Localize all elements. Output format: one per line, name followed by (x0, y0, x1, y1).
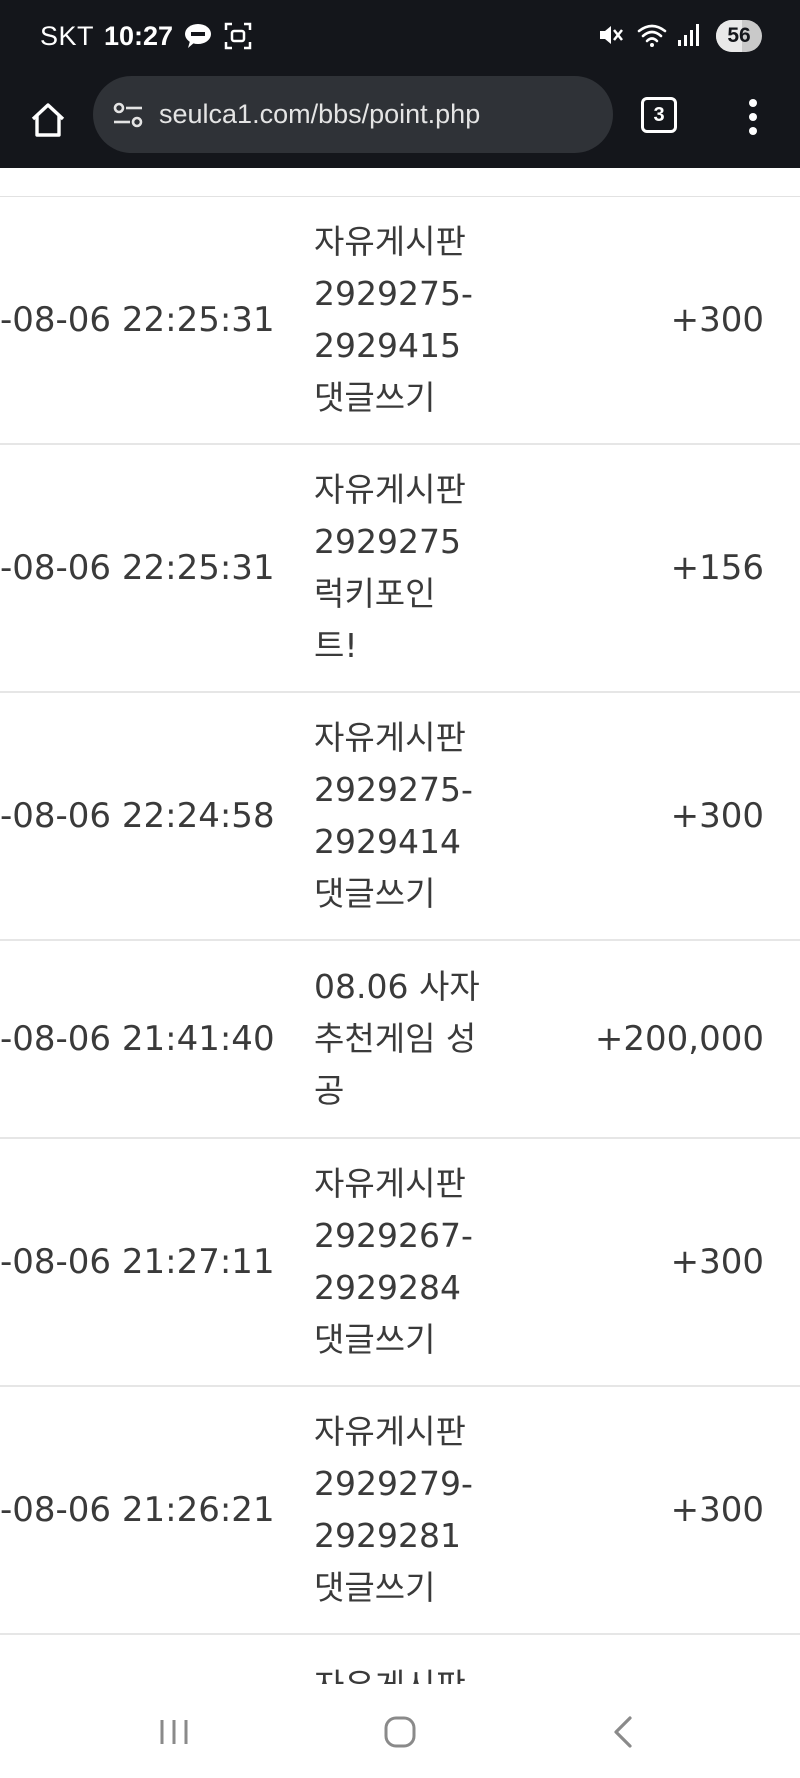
status-left: SKT 10:27 (40, 16, 253, 56)
row-point: +200,000 (594, 1019, 764, 1059)
tab-switcher-button[interactable]: 3 (641, 97, 677, 133)
row-description: 08.06 사자 추천게임 성 공 (314, 967, 480, 1110)
table-row: -08-06 21:41:40 08.06 사자 추천게임 성 공 +200,000 (0, 941, 800, 1139)
table-row: -08-06 21:27:11 자유게시판 2929267- 2929284 댓글… (0, 1139, 800, 1387)
recent-apps-button[interactable] (139, 1702, 209, 1762)
address-bar[interactable]: seulca1.com/bbs/point.php (93, 76, 613, 153)
mute-icon (596, 21, 626, 51)
row-description: 자유게시판 2929279- 2929281 댓글쓰기 (314, 1412, 473, 1607)
row-point: +300 (670, 300, 764, 340)
home-icon (31, 103, 65, 137)
talk-icon (183, 21, 213, 51)
site-settings-icon[interactable] (107, 94, 149, 136)
more-menu-button[interactable] (735, 92, 771, 142)
battery-indicator: 56 (716, 20, 762, 52)
table-row-partial: 자유게시판 (0, 1635, 800, 1684)
clock: 10:27 (104, 20, 174, 51)
battery-level: 56 (727, 24, 751, 47)
browser-toolbar: seulca1.com/bbs/point.php 3 (0, 72, 800, 168)
row-date: -08-06 22:25:31 (0, 548, 275, 588)
recent-apps-icon (160, 1720, 188, 1744)
row-point: +300 (670, 1242, 764, 1282)
row-point: +156 (670, 548, 764, 588)
back-button[interactable] (588, 1702, 658, 1762)
signal-icon (676, 21, 706, 51)
table-row: -08-06 21:26:21 자유게시판 2929279- 2929281 댓글… (0, 1387, 800, 1635)
status-right: 56 (596, 18, 762, 54)
row-date: -08-06 21:41:40 (0, 1019, 275, 1059)
table-top-divider (0, 168, 800, 197)
row-description: 자유게시판 2929275 럭키포인 트! (314, 470, 466, 665)
row-description: 자유게시판 2929267- 2929284 댓글쓰기 (314, 1164, 473, 1359)
row-date: -08-06 21:27:11 (0, 1242, 275, 1282)
row-description: 자유게시판 2929275- 2929415 댓글쓰기 (314, 222, 473, 417)
system-navigation-bar (0, 1684, 800, 1778)
table-row: -08-06 22:25:31 자유게시판 2929275- 2929415 댓글… (0, 197, 800, 445)
row-date: -08-06 22:24:58 (0, 796, 275, 836)
row-date: -08-06 22:25:31 (0, 300, 275, 340)
back-chevron-icon (614, 1716, 632, 1748)
row-description: 자유게시판 (314, 1659, 466, 1684)
table-row: -08-06 22:24:58 자유게시판 2929275- 2929414 댓글… (0, 693, 800, 941)
carrier-label: SKT (40, 20, 95, 51)
points-page-content: -08-06 22:25:31 자유게시판 2929275- 2929415 댓글… (0, 168, 800, 1684)
home-nav-button[interactable] (365, 1702, 435, 1762)
points-table: -08-06 22:25:31 자유게시판 2929275- 2929415 댓글… (0, 197, 800, 1635)
more-vertical-icon (749, 99, 757, 135)
row-description: 자유게시판 2929275- 2929414 댓글쓰기 (314, 718, 473, 913)
row-date: -08-06 21:26:21 (0, 1490, 275, 1530)
home-circle-icon (384, 1716, 416, 1748)
home-button[interactable] (20, 92, 76, 148)
url-text[interactable]: seulca1.com/bbs/point.php (159, 99, 480, 130)
wifi-icon (636, 21, 667, 51)
status-bar: SKT 10:27 56 (0, 0, 800, 72)
row-point: +300 (670, 1490, 764, 1530)
row-point: +300 (670, 796, 764, 836)
screen-capture-icon (223, 21, 253, 51)
table-row: -08-06 22:25:31 자유게시판 2929275 럭키포인 트! +156 (0, 445, 800, 693)
